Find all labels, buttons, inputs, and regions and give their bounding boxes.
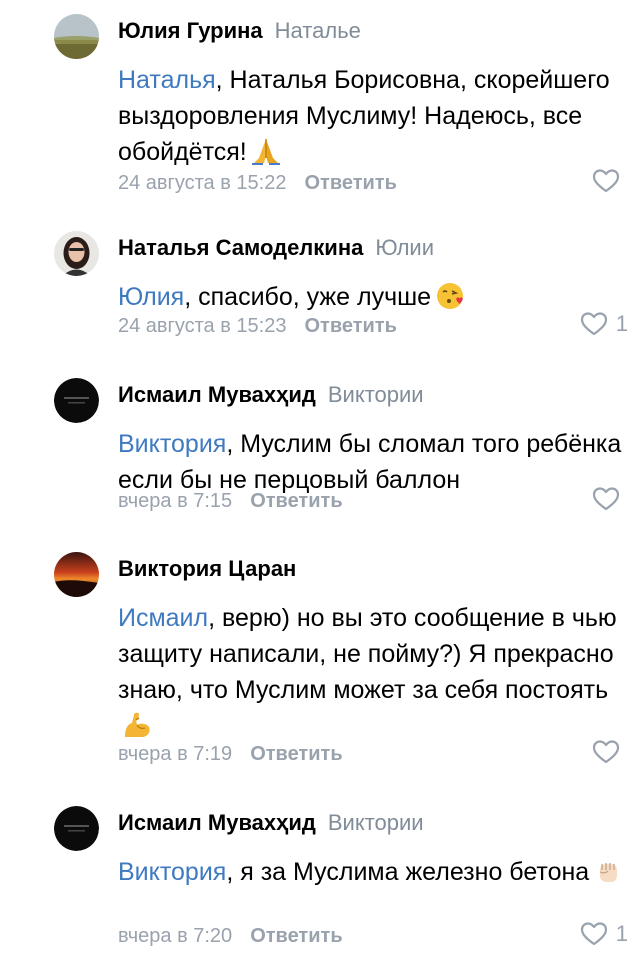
author-name[interactable]: Наталья Самоделкина	[118, 235, 363, 260]
comment-text: Виктория, я за Муслима железно бетона	[118, 854, 628, 890]
praying-hands-icon	[251, 136, 281, 166]
comment-item: Исмаил Мувахҳид Виктории Виктория, я за М…	[0, 806, 640, 956]
heart-icon	[580, 922, 607, 946]
comment-time[interactable]: вчера в 7:20	[118, 925, 232, 947]
like-count: 1	[615, 921, 628, 946]
reply-to-name[interactable]: Юлии	[375, 235, 434, 260]
avatar[interactable]	[54, 14, 99, 59]
avatar[interactable]	[54, 231, 99, 276]
comment-item: Наталья Самоделкина Юлии Юлия, спасибо, у…	[0, 231, 640, 351]
like-count: 1	[615, 311, 628, 336]
heart-icon	[592, 169, 620, 193]
flexed-biceps-icon	[122, 710, 152, 740]
mention-link[interactable]: Юлия	[118, 283, 184, 311]
comment-header: Виктория Царан	[118, 556, 308, 582]
mention-link[interactable]: Исмаил	[118, 604, 208, 632]
reply-to-name[interactable]: Виктории	[328, 810, 424, 835]
comment-meta: вчера в 7:15 Ответить	[118, 489, 343, 513]
comment-text: Исмаил, верю) но вы это сообщение в чью …	[118, 600, 628, 744]
comment-body: , спасибо, уже лучше	[184, 283, 432, 311]
heart-icon	[592, 740, 620, 764]
reply-button[interactable]: Ответить	[250, 490, 342, 512]
like-button[interactable]: 1	[580, 921, 628, 947]
avatar[interactable]	[54, 552, 99, 597]
heart-icon	[592, 487, 620, 511]
mention-link[interactable]: Наталья	[118, 66, 216, 94]
reply-button[interactable]: Ответить	[250, 743, 342, 765]
avatar[interactable]	[54, 806, 99, 851]
like-button[interactable]: 1	[580, 311, 628, 337]
comment-meta: вчера в 7:20 Ответить	[118, 924, 343, 948]
comment-time[interactable]: 24 августа в 15:23	[118, 315, 286, 337]
comment-header: Исмаил Мувахҳид Виктории	[118, 382, 424, 408]
reply-button[interactable]: Ответить	[304, 315, 396, 337]
comment-meta: вчера в 7:19 Ответить	[118, 742, 343, 766]
comment-text: Виктория, Муслим бы сломал того ребёнка …	[118, 426, 628, 498]
comment-text: Наталья, Наталья Борисовна, скорейшего в…	[118, 62, 628, 170]
reply-button[interactable]: Ответить	[250, 925, 342, 947]
mention-link[interactable]: Виктория	[118, 430, 226, 458]
like-button[interactable]	[592, 486, 628, 512]
reply-to-name[interactable]: Виктории	[328, 382, 424, 407]
author-name[interactable]: Юлия Гурина	[118, 18, 263, 43]
comment-time[interactable]: вчера в 7:15	[118, 490, 232, 512]
heart-icon	[580, 312, 607, 336]
comment-time[interactable]: вчера в 7:19	[118, 743, 232, 765]
author-name[interactable]: Виктория Царан	[118, 556, 296, 581]
author-name[interactable]: Исмаил Мувахҳид	[118, 810, 316, 835]
comment-header: Исмаил Мувахҳид Виктории	[118, 810, 424, 836]
face-blowing-kiss-icon	[435, 281, 465, 311]
comment-header: Юлия Гурина Наталье	[118, 18, 361, 44]
comment-text: Юлия, спасибо, уже лучше	[118, 279, 628, 315]
comment-time[interactable]: 24 августа в 15:22	[118, 172, 286, 194]
comment-body: , я за Муслима железно бетона	[226, 858, 590, 886]
comment-item: Виктория Царан Исмаил, верю) но вы это с…	[0, 552, 640, 772]
reply-to-name[interactable]: Наталье	[275, 18, 361, 43]
comment-header: Наталья Самоделкина Юлии	[118, 235, 434, 261]
comment-meta: 24 августа в 15:22 Ответить	[118, 171, 397, 195]
comment-item: Юлия Гурина Наталье Наталья, Наталья Бори…	[0, 14, 640, 204]
comment-meta: 24 августа в 15:23 Ответить	[118, 314, 397, 338]
raised-fist-icon	[593, 856, 623, 886]
like-button[interactable]	[592, 168, 628, 194]
author-name[interactable]: Исмаил Мувахҳид	[118, 382, 316, 407]
mention-link[interactable]: Виктория	[118, 858, 226, 886]
reply-button[interactable]: Ответить	[304, 172, 396, 194]
avatar[interactable]	[54, 378, 99, 423]
comment-item: Исмаил Мувахҳид Виктории Виктория, Муслим…	[0, 378, 640, 528]
like-button[interactable]	[592, 739, 628, 765]
